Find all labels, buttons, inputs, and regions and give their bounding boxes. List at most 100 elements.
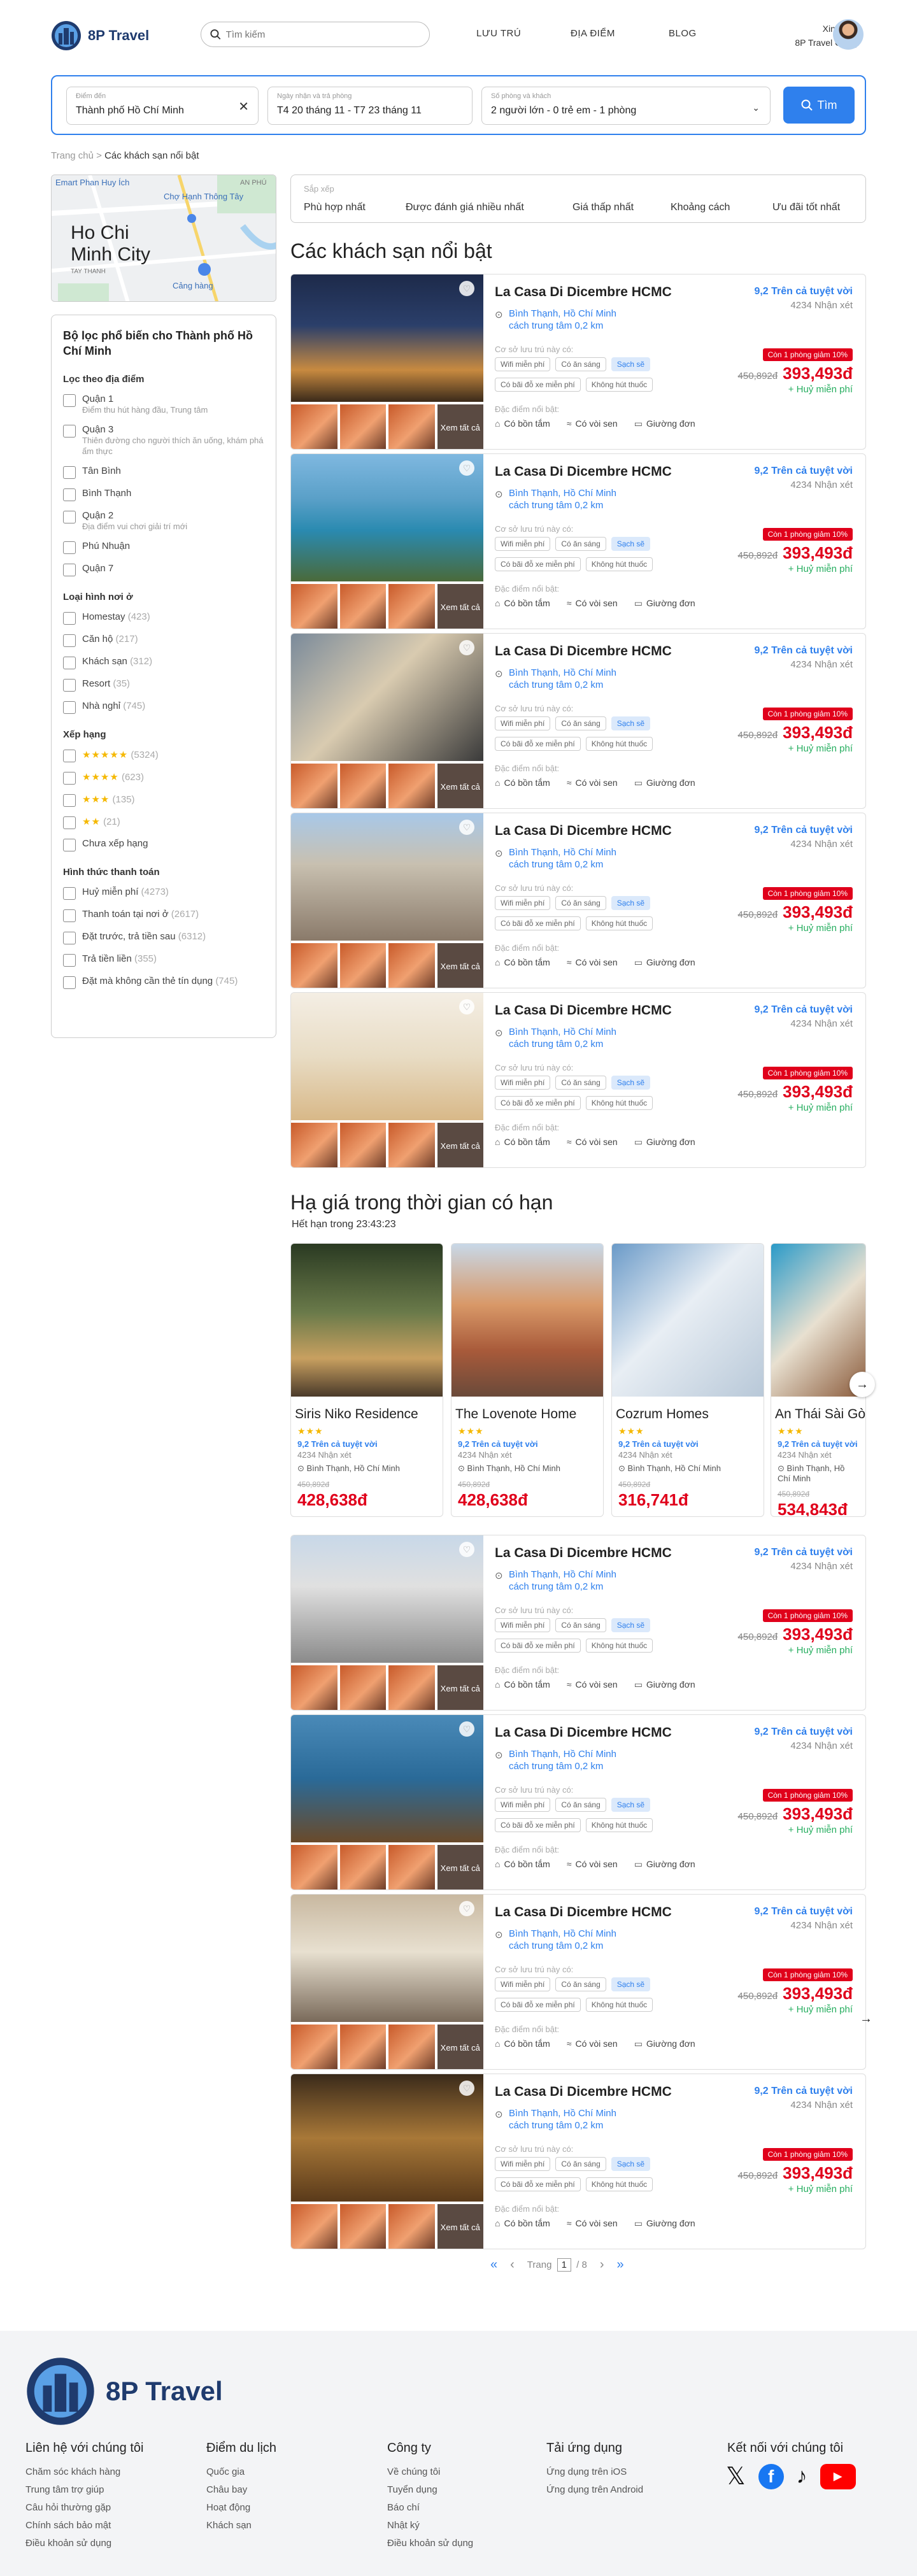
checkbox[interactable] xyxy=(63,909,76,922)
tiktok-icon[interactable]: ♪ xyxy=(797,2464,807,2489)
thumbnail[interactable] xyxy=(339,584,386,629)
footer-link[interactable]: Khách sạn xyxy=(206,2517,276,2535)
hotel-image[interactable] xyxy=(291,274,483,402)
brand-logo[interactable]: 8P Travel xyxy=(51,20,149,51)
sort-option-lowest-price[interactable]: Giá thấp nhất xyxy=(572,202,634,213)
checkbox[interactable] xyxy=(63,541,76,554)
thumbnail[interactable] xyxy=(388,2025,435,2069)
thumbnail[interactable] xyxy=(388,764,435,808)
filter-option[interactable]: Bình Thạnh xyxy=(63,488,264,501)
filter-option[interactable]: Resort (35) xyxy=(63,678,264,692)
nav-dia-diem[interactable]: ĐỊA ĐIỂM xyxy=(571,28,615,39)
prev-page-icon[interactable]: ‹ xyxy=(510,2258,515,2272)
thumbnail[interactable] xyxy=(388,1845,435,1889)
thumbnail[interactable] xyxy=(291,2204,338,2249)
checkbox[interactable] xyxy=(63,679,76,692)
nav-luu-tru[interactable]: LƯU TRÚ xyxy=(476,28,521,39)
heart-icon[interactable]: ♡ xyxy=(459,281,474,296)
filter-option[interactable]: Quận 2 Địa điểm vui chơi giải trí mới xyxy=(63,510,264,532)
sort-option-most-reviewed[interactable]: Được đánh giá nhiều nhất xyxy=(406,202,524,213)
footer-link[interactable]: Ứng dụng trên iOS xyxy=(546,2463,643,2481)
checkbox[interactable] xyxy=(63,772,76,785)
checkbox[interactable] xyxy=(63,976,76,989)
next-page-icon[interactable]: › xyxy=(600,2258,604,2272)
thumbnail[interactable] xyxy=(339,764,386,808)
heart-icon[interactable]: ♡ xyxy=(459,640,474,655)
view-all-button[interactable]: Xem tất cả xyxy=(437,2025,483,2069)
view-all-button[interactable]: Xem tất cả xyxy=(437,404,483,449)
deal-card[interactable]: The Lovenote Home ★★★ 9,2 Trên cả tuyệt vờ… xyxy=(451,1243,604,1517)
thumbnail[interactable] xyxy=(339,404,386,449)
thumbnail[interactable] xyxy=(339,1845,386,1889)
checkbox[interactable] xyxy=(63,511,76,523)
footer-link[interactable]: Về chúng tôi xyxy=(387,2463,473,2481)
checkbox[interactable] xyxy=(63,634,76,647)
heart-icon[interactable]: ♡ xyxy=(459,2081,474,2096)
heart-icon[interactable]: ♡ xyxy=(459,460,474,476)
view-all-button[interactable]: Xem tất cả xyxy=(437,1665,483,1710)
filter-option[interactable]: ★★★★ (623) xyxy=(63,771,264,785)
checkbox[interactable] xyxy=(63,816,76,829)
deal-image[interactable] xyxy=(451,1244,603,1397)
footer-link[interactable]: Quốc gia xyxy=(206,2463,276,2481)
thumbnail[interactable] xyxy=(388,1123,435,1167)
hotel-name[interactable]: La Casa Di Dicembre HCMC xyxy=(495,823,672,839)
hotel-image[interactable] xyxy=(291,1715,483,1842)
facebook-icon[interactable]: f xyxy=(758,2463,784,2489)
hotel-name[interactable]: La Casa Di Dicembre HCMC xyxy=(495,464,672,480)
checkbox[interactable] xyxy=(63,887,76,900)
heart-icon[interactable]: ♡ xyxy=(459,1721,474,1737)
youtube-icon[interactable]: ▶ xyxy=(820,2463,856,2489)
hotel-name[interactable]: La Casa Di Dicembre HCMC xyxy=(495,1003,672,1018)
hotel-card[interactable]: ♡ Xem tất cả La Casa Di Dicembre HCMC ⊙ Bình… xyxy=(290,813,866,988)
thumbnail[interactable] xyxy=(291,2025,338,2069)
deal-name[interactable]: Cozrum Homes xyxy=(616,1407,760,1422)
checkbox[interactable] xyxy=(63,932,76,944)
thumbnail[interactable] xyxy=(339,2025,386,2069)
checkbox[interactable] xyxy=(63,701,76,714)
hotel-image[interactable] xyxy=(291,1535,483,1663)
filter-option[interactable]: Quận 1 Điểm thu hút hàng đầu, Trung tâm xyxy=(63,394,264,415)
filter-option[interactable]: Quận 7 xyxy=(63,563,264,576)
thumbnail[interactable] xyxy=(339,943,386,988)
filter-option[interactable]: Nhà nghỉ (745) xyxy=(63,701,264,714)
hotel-card[interactable]: ♡ Xem tất cả La Casa Di Dicembre HCMC ⊙ Bình… xyxy=(290,633,866,809)
footer-link[interactable]: Điều khoản sử dụng xyxy=(25,2535,143,2552)
footer-link[interactable]: Trung tâm trợ giúp xyxy=(25,2481,143,2499)
sort-option-best-deal[interactable]: Ưu đãi tốt nhất xyxy=(772,202,840,213)
filter-option[interactable]: Huỷ miễn phí (4273) xyxy=(63,886,264,900)
hotel-name[interactable]: La Casa Di Dicembre HCMC xyxy=(495,2084,672,2100)
thumbnail[interactable] xyxy=(339,2204,386,2249)
filter-option[interactable]: ★★ (21) xyxy=(63,816,264,829)
avatar[interactable] xyxy=(833,19,864,50)
heart-icon[interactable]: ♡ xyxy=(459,820,474,835)
breadcrumb-home[interactable]: Trang chủ xyxy=(51,150,94,161)
deal-name[interactable]: Siris Niko Residence xyxy=(295,1407,439,1422)
filter-option[interactable]: Quận 3 Thiên đường cho người thích ăn uốn… xyxy=(63,424,264,457)
hotel-image[interactable] xyxy=(291,454,483,581)
deal-image[interactable] xyxy=(771,1244,865,1397)
hotel-name[interactable]: La Casa Di Dicembre HCMC xyxy=(495,644,672,659)
thumbnail[interactable] xyxy=(339,1665,386,1710)
thumbnail[interactable] xyxy=(291,1845,338,1889)
hotel-card[interactable]: ♡ Xem tất cả La Casa Di Dicembre HCMC ⊙ Bình… xyxy=(290,274,866,450)
filter-option[interactable]: Tân Bình xyxy=(63,466,264,479)
hotel-card[interactable]: ♡ Xem tất cả La Casa Di Dicembre HCMC ⊙ Bình… xyxy=(290,1535,866,1711)
filter-option[interactable]: Thanh toán tại nơi ở (2617) xyxy=(63,909,264,922)
filter-option[interactable]: Đặt trước, trả tiền sau (6312) xyxy=(63,931,264,944)
filter-option[interactable]: Khách sạn (312) xyxy=(63,656,264,669)
hotel-image[interactable] xyxy=(291,1895,483,2022)
footer-link[interactable]: Câu hỏi thường gặp xyxy=(25,2499,143,2517)
search-input[interactable] xyxy=(225,29,420,40)
deal-card[interactable]: Siris Niko Residence ★★★ 9,2 Trên cả tuyệt… xyxy=(290,1243,443,1517)
deal-name[interactable]: The Lovenote Home xyxy=(455,1407,599,1422)
hotel-name[interactable]: La Casa Di Dicembre HCMC xyxy=(495,1905,672,1920)
guests-field[interactable]: Số phòng và khách 2 người lớn - 0 trẻ em… xyxy=(481,87,771,125)
thumbnail[interactable] xyxy=(388,404,435,449)
filter-option[interactable]: Căn hộ (217) xyxy=(63,634,264,647)
thumbnail[interactable] xyxy=(291,764,338,808)
nav-blog[interactable]: BLOG xyxy=(669,28,697,39)
filter-option[interactable]: Chưa xếp hạng xyxy=(63,838,264,851)
find-button[interactable]: Tìm xyxy=(783,87,855,124)
thumbnail[interactable] xyxy=(291,1123,338,1167)
